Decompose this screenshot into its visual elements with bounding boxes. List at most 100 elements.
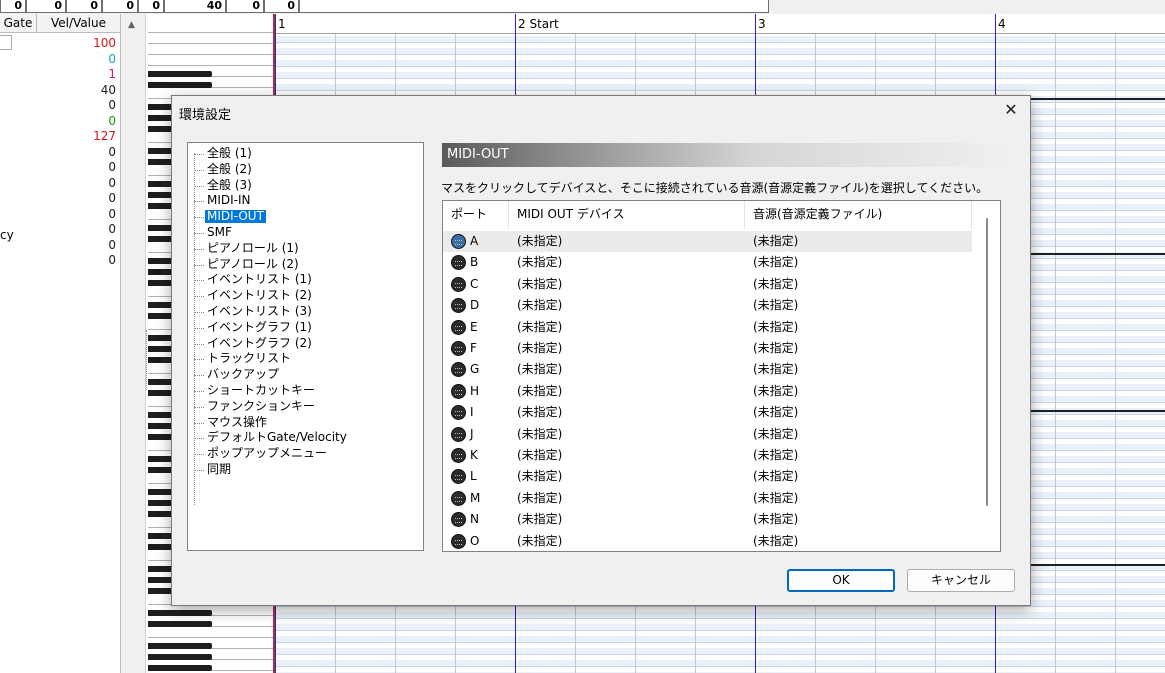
port-row[interactable]: N (未指定) (未指定) [443, 509, 972, 530]
tree-item[interactable]: イベントグラフ (1) [205, 320, 314, 334]
event-value-cell[interactable]: 0 [108, 207, 116, 222]
port-row[interactable]: L (未指定) (未指定) [443, 466, 972, 487]
port-cell[interactable]: E [470, 317, 478, 338]
instrument-cell[interactable]: (未指定) [753, 509, 798, 530]
tree-item[interactable]: イベントグラフ (2) [205, 336, 314, 350]
port-row[interactable]: A (未指定) (未指定) [443, 231, 972, 252]
instrument-cell[interactable]: (未指定) [753, 531, 798, 551]
instrument-cell[interactable]: (未指定) [753, 338, 798, 359]
port-cell[interactable]: L [470, 466, 477, 487]
tree-item[interactable]: 全般 (1) [205, 147, 254, 160]
tree-item[interactable]: ピアノロール (1) [205, 241, 301, 255]
tree-item[interactable]: MIDI-IN [205, 194, 253, 207]
port-cell[interactable]: O [470, 531, 479, 551]
instrument-cell[interactable]: (未指定) [753, 402, 798, 423]
instrument-cell[interactable]: (未指定) [753, 317, 798, 338]
black-key[interactable] [148, 71, 212, 77]
tree-item[interactable]: MIDI-OUT [205, 210, 266, 224]
gate-column-header[interactable]: Gate [0, 14, 37, 33]
port-cell[interactable]: M [470, 488, 480, 509]
top-value-4[interactable]: 0 [102, 0, 138, 13]
vel-value-column-header[interactable]: Vel/Value [37, 14, 121, 33]
tree-item[interactable]: イベントリスト (2) [205, 289, 314, 302]
event-list-scrollbar[interactable]: ▲ [121, 14, 146, 673]
instrument-cell[interactable]: (未指定) [753, 488, 798, 509]
event-value-cell[interactable]: 0 [108, 160, 116, 175]
table-scrollbar[interactable] [972, 201, 1000, 551]
device-cell[interactable]: (未指定) [517, 488, 562, 509]
gate-cell-edit[interactable] [0, 35, 12, 50]
device-cell[interactable]: (未指定) [517, 359, 562, 380]
top-value-2[interactable]: 0 [26, 0, 66, 13]
instrument-cell[interactable]: (未指定) [753, 381, 798, 402]
white-key[interactable] [148, 65, 274, 66]
tree-item[interactable]: イベントリスト (1) [205, 273, 314, 286]
top-value-1[interactable]: 0 [0, 0, 26, 13]
event-value-cell[interactable]: 0 [108, 52, 116, 67]
port-cell[interactable]: B [470, 252, 478, 273]
instrument-cell[interactable]: (未指定) [753, 231, 798, 252]
device-cell[interactable]: (未指定) [517, 402, 562, 423]
device-cell[interactable]: (未指定) [517, 509, 562, 530]
device-cell[interactable]: (未指定) [517, 274, 562, 295]
tree-item[interactable]: SMF [205, 226, 234, 239]
tree-item[interactable]: イベントリスト (3) [205, 305, 314, 318]
port-row[interactable]: B (未指定) (未指定) [443, 252, 972, 273]
port-row[interactable]: I (未指定) (未指定) [443, 402, 972, 423]
port-cell[interactable]: I [470, 402, 474, 423]
port-row[interactable]: D (未指定) (未指定) [443, 295, 972, 316]
event-value-cell[interactable]: 40 [101, 83, 116, 98]
port-row[interactable]: K (未指定) (未指定) [443, 445, 972, 466]
instrument-cell[interactable]: (未指定) [753, 252, 798, 273]
tree-item[interactable]: トラックリスト [205, 352, 293, 365]
device-cell[interactable]: (未指定) [517, 338, 562, 359]
device-cell[interactable]: (未指定) [517, 531, 562, 551]
event-value-cell[interactable]: 127 [93, 129, 116, 144]
device-cell[interactable]: (未指定) [517, 466, 562, 487]
port-row[interactable]: H (未指定) (未指定) [443, 381, 972, 402]
port-row[interactable]: O (未指定) (未指定) [443, 531, 972, 551]
port-row[interactable]: G (未指定) (未指定) [443, 359, 972, 380]
device-cell[interactable]: (未指定) [517, 445, 562, 466]
instrument-cell[interactable]: (未指定) [753, 274, 798, 295]
cancel-button[interactable]: キャンセル [907, 569, 1015, 592]
instrument-cell[interactable]: (未指定) [753, 466, 798, 487]
device-cell[interactable]: (未指定) [517, 252, 562, 273]
device-cell[interactable]: (未指定) [517, 381, 562, 402]
black-key[interactable] [148, 643, 212, 649]
measure-ruler[interactable]: 1 2 Start 3 4 [275, 14, 1165, 34]
tree-item[interactable]: マウス操作 [205, 415, 269, 429]
event-value-cell[interactable]: 0 [108, 145, 116, 160]
event-value-cell[interactable]: 0 [108, 222, 116, 237]
port-row[interactable]: M (未指定) (未指定) [443, 488, 972, 509]
top-value-7[interactable]: 0 [226, 0, 264, 13]
port-cell[interactable]: J [470, 424, 474, 445]
event-value-cell[interactable]: 0 [108, 98, 116, 113]
tree-item[interactable]: ファンクションキー [205, 399, 317, 413]
port-row[interactable]: E (未指定) (未指定) [443, 317, 972, 338]
tree-item[interactable]: バックアップ [205, 368, 281, 381]
port-cell[interactable]: D [470, 295, 479, 316]
instrument-cell[interactable]: (未指定) [753, 445, 798, 466]
event-value-cell[interactable]: 0 [108, 191, 116, 206]
port-cell[interactable]: C [470, 274, 478, 295]
port-column-header[interactable]: ポート [443, 201, 509, 229]
instrument-column-header[interactable]: 音源(音源定義ファイル) [745, 201, 972, 229]
top-value-3[interactable]: 0 [66, 0, 102, 13]
settings-category-tree[interactable]: 全般 (1) 全般 (2) 全般 (3) MIDI-IN MIDI-OUT SMF ピアノロ… [187, 142, 424, 551]
top-value-8[interactable]: 0 [264, 0, 299, 13]
black-key[interactable] [148, 654, 212, 660]
port-row[interactable]: J (未指定) (未指定) [443, 424, 972, 445]
tree-item[interactable]: ショートカットキー [205, 384, 317, 397]
port-cell[interactable]: K [470, 445, 478, 466]
tree-item[interactable]: 全般 (3) [205, 178, 254, 192]
tree-item[interactable]: ピアノロール (2) [205, 257, 301, 271]
white-key[interactable] [148, 54, 274, 55]
white-key[interactable] [148, 43, 274, 44]
tree-item[interactable]: ポップアップメニュー [205, 447, 329, 460]
black-key[interactable] [148, 621, 212, 627]
port-cell[interactable]: G [470, 359, 479, 380]
event-value-cell[interactable]: 1 [108, 67, 116, 82]
tree-item[interactable]: デフォルトGate/Velocity [205, 431, 349, 444]
port-row[interactable]: F (未指定) (未指定) [443, 338, 972, 359]
